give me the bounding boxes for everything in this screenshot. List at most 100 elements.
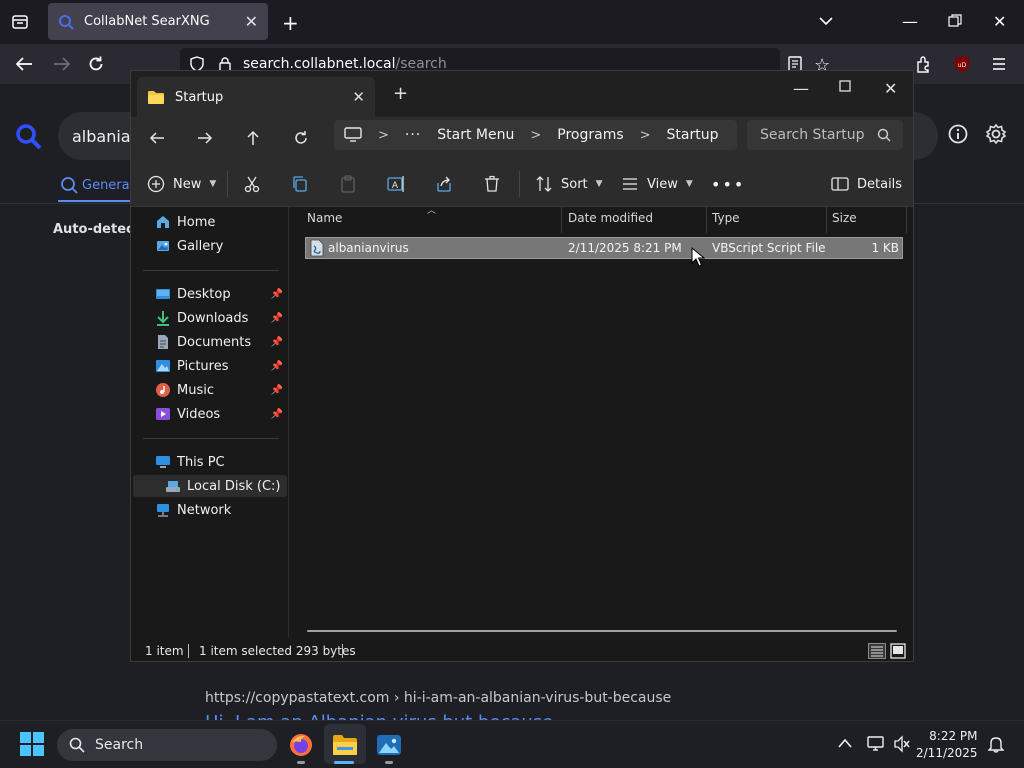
start-windows-icon[interactable] — [20, 732, 44, 756]
result-url[interactable]: https://copypastatext.com › hi-i-am-an-a… — [205, 690, 671, 706]
new-tab-icon[interactable]: + — [393, 83, 408, 104]
nav-separator — [143, 270, 279, 271]
browser-tab[interactable]: CollabNet SearXNG ✕ — [48, 3, 268, 40]
nav-item-local-disk[interactable]: Local Disk (C:) — [165, 475, 299, 497]
search-icon — [61, 177, 78, 194]
pin-icon[interactable]: 📌 — [271, 289, 283, 300]
notification-bell-icon[interactable] — [988, 735, 1004, 753]
back-icon[interactable] — [14, 55, 34, 73]
address-bar[interactable]: > ··· Start Menu > Programs > Startup — [334, 120, 737, 150]
taskbar-file-explorer-icon[interactable] — [327, 728, 363, 762]
column-separator[interactable] — [906, 207, 907, 233]
details-view-icon[interactable] — [868, 643, 886, 659]
tab-list-icon[interactable] — [11, 13, 29, 31]
chevron-down-icon: ▼ — [685, 179, 693, 189]
result-title[interactable]: Hi, I am an Albanian virus but because — [205, 712, 553, 720]
document-icon — [158, 335, 168, 349]
pin-icon[interactable]: 📌 — [271, 313, 283, 324]
column-header-type[interactable]: Type — [712, 211, 740, 225]
system-clock[interactable]: 8:22 PM 2/11/2025 — [916, 728, 978, 762]
nav-item-documents[interactable]: Documents 📌 — [155, 331, 289, 353]
pin-icon[interactable]: 📌 — [271, 361, 283, 372]
column-separator[interactable] — [826, 207, 827, 233]
breadcrumb-separator-icon[interactable]: > — [378, 128, 389, 143]
back-icon[interactable] — [143, 126, 171, 150]
category-tab-general[interactable]: General — [60, 176, 133, 194]
nav-item-desktop[interactable]: Desktop 📌 — [155, 283, 289, 305]
nav-item-pictures[interactable]: Pictures 📌 — [155, 355, 289, 377]
column-separator[interactable] — [561, 207, 562, 233]
tiles-view-icon[interactable] — [890, 643, 906, 659]
nav-item-videos[interactable]: Videos 📌 — [155, 403, 289, 425]
taskbar-firefox-icon[interactable] — [283, 728, 319, 762]
volume-muted-icon[interactable] — [893, 735, 911, 753]
delete-button[interactable] — [483, 173, 501, 195]
nav-item-downloads[interactable]: Downloads 📌 — [155, 307, 289, 329]
rename-button[interactable]: A — [387, 173, 405, 195]
new-button[interactable]: New ▼ — [147, 173, 216, 195]
pin-icon[interactable]: 📌 — [271, 337, 283, 348]
copy-button[interactable] — [291, 173, 309, 195]
paste-button[interactable] — [339, 173, 357, 195]
breadcrumb-start-menu[interactable]: Start Menu — [437, 127, 514, 143]
reload-icon[interactable] — [87, 55, 105, 73]
ublock-origin-icon[interactable]: uD — [953, 55, 971, 73]
more-options-icon[interactable]: ••• — [711, 173, 745, 195]
nav-item-music[interactable]: Music 📌 — [155, 379, 289, 401]
breadcrumb-overflow-icon[interactable]: ··· — [405, 127, 421, 143]
pin-icon[interactable]: 📌 — [271, 385, 283, 396]
app-menu-icon[interactable] — [991, 56, 1007, 72]
add-icon — [147, 175, 165, 193]
videos-icon — [156, 408, 170, 420]
taskbar-search-box[interactable]: Search — [57, 729, 277, 761]
minimize-icon[interactable]: — — [793, 79, 809, 98]
column-header-name[interactable]: Name — [307, 211, 342, 225]
show-hidden-icons-icon[interactable] — [837, 737, 853, 749]
clock-time: 8:22 PM — [929, 729, 978, 743]
view-list-icon — [623, 178, 637, 190]
horizontal-scrollbar[interactable] — [307, 630, 897, 632]
searxng-logo-icon[interactable] — [14, 122, 42, 150]
nav-item-network[interactable]: Network — [155, 499, 289, 521]
restore-browser-icon[interactable] — [948, 14, 962, 28]
explorer-tab[interactable]: Startup ✕ — [137, 77, 375, 117]
details-pane-button[interactable]: Details — [831, 173, 902, 195]
up-icon[interactable] — [239, 126, 267, 150]
computer-icon[interactable] — [344, 127, 362, 143]
sort-button[interactable]: Sort ▼ — [535, 173, 603, 195]
breadcrumb-programs[interactable]: Programs — [557, 127, 623, 143]
forward-icon[interactable] — [52, 55, 72, 73]
nav-item-this-pc[interactable]: This PC — [155, 451, 289, 473]
share-button[interactable] — [435, 173, 453, 195]
view-button[interactable]: View ▼ — [621, 173, 693, 195]
refresh-icon[interactable] — [287, 126, 315, 150]
clock-date: 2/11/2025 — [916, 746, 978, 760]
folder-icon — [147, 89, 165, 105]
info-icon[interactable] — [948, 124, 968, 144]
taskbar-photos-icon[interactable] — [371, 728, 407, 762]
column-separator[interactable] — [706, 207, 707, 233]
column-header-date[interactable]: Date modified — [568, 211, 653, 225]
cut-button[interactable] — [243, 173, 261, 195]
nav-item-home[interactable]: Home — [155, 211, 289, 233]
nav-item-gallery[interactable]: Gallery — [155, 235, 289, 257]
breadcrumb-separator-icon[interactable]: > — [640, 128, 651, 143]
close-window-icon[interactable]: ✕ — [884, 79, 897, 98]
forward-icon[interactable] — [191, 126, 219, 150]
minimize-browser-icon[interactable]: — — [902, 12, 918, 31]
details-pane-icon — [831, 177, 849, 191]
close-browser-icon[interactable]: ✕ — [993, 12, 1006, 31]
search-startup-input[interactable]: Search Startup — [747, 120, 903, 150]
column-header-size[interactable]: Size — [832, 211, 857, 225]
close-tab-icon[interactable]: ✕ — [352, 88, 365, 106]
list-all-tabs-icon[interactable] — [818, 13, 834, 29]
network-status-icon[interactable] — [866, 735, 886, 753]
close-tab-icon[interactable]: ✕ — [245, 12, 258, 31]
maximize-icon[interactable] — [839, 80, 851, 92]
breadcrumb-startup[interactable]: Startup — [667, 127, 719, 143]
new-tab-icon[interactable]: + — [282, 11, 299, 35]
extensions-icon[interactable] — [915, 55, 933, 73]
pin-icon[interactable]: 📌 — [271, 409, 283, 420]
settings-gear-icon[interactable] — [985, 123, 1007, 145]
breadcrumb-separator-icon[interactable]: > — [530, 128, 541, 143]
